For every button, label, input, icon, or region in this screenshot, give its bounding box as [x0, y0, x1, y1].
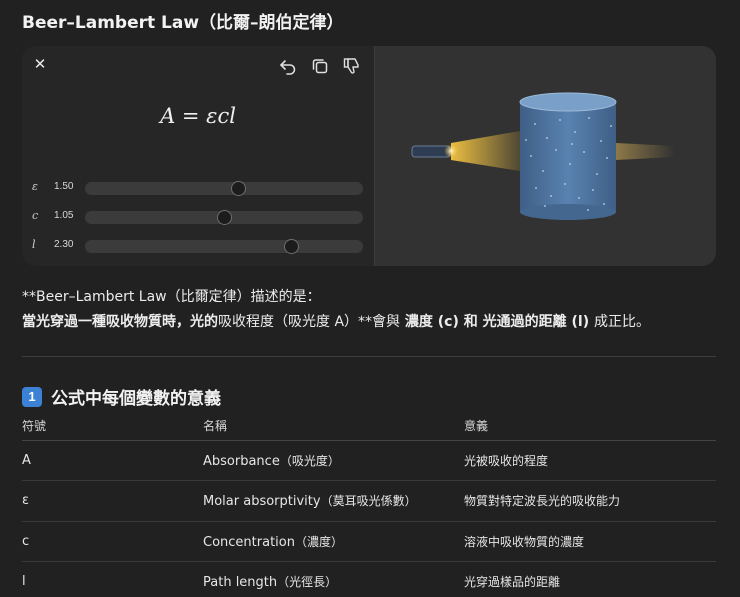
desc-part: 吸收程度（吸光度 A）**會與 [218, 314, 401, 330]
name-en: Concentration [203, 534, 295, 550]
cell-meaning: 光穿過樣品的距離 [464, 561, 716, 597]
slider-value: 2.30 [54, 239, 74, 250]
description: **Beer–Lambert Law（比爾定律）描述的是： 當光穿過一種吸收物質… [22, 285, 712, 335]
section-title: 公式中每個變數的意義 [51, 389, 221, 409]
name-zh: （吸光度） [279, 453, 340, 468]
cell-symbol: A [22, 440, 203, 481]
transmitted-beam [616, 143, 675, 160]
slider-track[interactable] [85, 239, 363, 254]
formula: A = εcl [160, 104, 236, 128]
cell-meaning: 物質對特定波長光的吸收能力 [464, 480, 716, 522]
slider-variable: ε [32, 180, 38, 193]
slider-epsilon: ε 1.50 [22, 178, 374, 198]
table-row: A Absorbance（吸光度） 光被吸收的程度 [22, 440, 716, 481]
slider-variable: c [32, 209, 39, 222]
number-badge-icon: 1 [22, 386, 42, 407]
slider-value: 1.50 [54, 181, 74, 192]
slider-concentration: c 1.05 [22, 207, 374, 227]
copy-button[interactable] [310, 56, 330, 76]
slider-thumb[interactable] [230, 181, 246, 196]
description-line-1: **Beer–Lambert Law（比爾定律）描述的是： [22, 289, 321, 305]
undo-icon [280, 60, 296, 75]
cell-symbol: c [22, 521, 203, 562]
header-symbol: 符號 [22, 412, 203, 441]
slider-thumb[interactable] [283, 239, 299, 254]
close-button[interactable]: ✕ [31, 56, 49, 74]
name-en: Absorbance [203, 453, 280, 469]
slider-variable: l [32, 238, 36, 251]
description-line-2: 當光穿過一種吸收物質時，光的吸收程度（吸光度 A）**會與 濃度 (c) 和 光… [22, 310, 712, 335]
cell-symbol: l [22, 561, 203, 597]
controls-panel: ✕ A = εcl ε 1.50 c 1.05 l 2.30 [22, 46, 374, 266]
slider-thumb[interactable] [217, 210, 232, 225]
cell-name: Path length（光徑長） [203, 561, 464, 597]
desc-part: 當光穿過一種吸收物質時，光的 [22, 314, 218, 330]
name-zh: （莫耳吸光係數） [320, 494, 417, 509]
slider-value: 1.05 [54, 210, 74, 221]
table-row: c Concentration（濃度） 溶液中吸收物質的濃度 [22, 521, 716, 562]
cell-meaning: 溶液中吸收物質的濃度 [464, 521, 716, 562]
beaker [519, 92, 617, 220]
variables-table: 符號 名稱 意義 A Absorbance（吸光度） 光被吸收的程度 ε Mol… [22, 412, 716, 597]
slider-track[interactable] [85, 210, 363, 225]
cell-name: Concentration（濃度） [203, 521, 464, 562]
name-zh: （濃度） [294, 534, 343, 549]
desc-part: 和 [463, 314, 478, 330]
thumbs-down-icon [343, 58, 359, 74]
page-title: Beer–Lambert Law（比爾–朗伯定律） [22, 13, 344, 33]
cell-symbol: ε [22, 480, 203, 522]
table-row: ε Molar absorptivity（莫耳吸光係數） 物質對特定波長光的吸收… [22, 480, 716, 522]
desc-part: 濃度 (c) [404, 314, 459, 330]
cell-name: Molar absorptivity（莫耳吸光係數） [203, 480, 464, 522]
header-meaning: 意義 [464, 412, 716, 441]
slider-path-length: l 2.30 [22, 236, 374, 256]
table-row: l Path length（光徑長） 光穿過樣品的距離 [22, 561, 716, 597]
beaker-illustration [411, 92, 675, 220]
desc-part: 成正比。 [594, 314, 650, 330]
table-header-row: 符號 名稱 意義 [22, 412, 716, 441]
name-en: Molar absorptivity [203, 494, 321, 510]
name-zh: （光徑長） [277, 575, 338, 590]
section-heading: 1 公式中每個變數的意義 [22, 384, 221, 409]
visualization-panel [374, 46, 716, 266]
light-beam [451, 131, 520, 171]
cell-name: Absorbance（吸光度） [203, 440, 464, 481]
copy-icon [312, 59, 328, 74]
feedback-button[interactable] [342, 56, 362, 76]
desc-part: 光通過的距離 (l) [482, 314, 590, 330]
simulation-widget: ✕ A = εcl ε 1.50 c 1.05 l 2.30 [22, 46, 716, 266]
name-en: Path length [203, 575, 278, 591]
slider-track[interactable] [85, 181, 363, 196]
header-name: 名稱 [203, 412, 464, 441]
undo-button[interactable] [278, 56, 298, 76]
cell-meaning: 光被吸收的程度 [464, 440, 716, 481]
light-glow [444, 144, 458, 158]
divider [22, 356, 716, 357]
